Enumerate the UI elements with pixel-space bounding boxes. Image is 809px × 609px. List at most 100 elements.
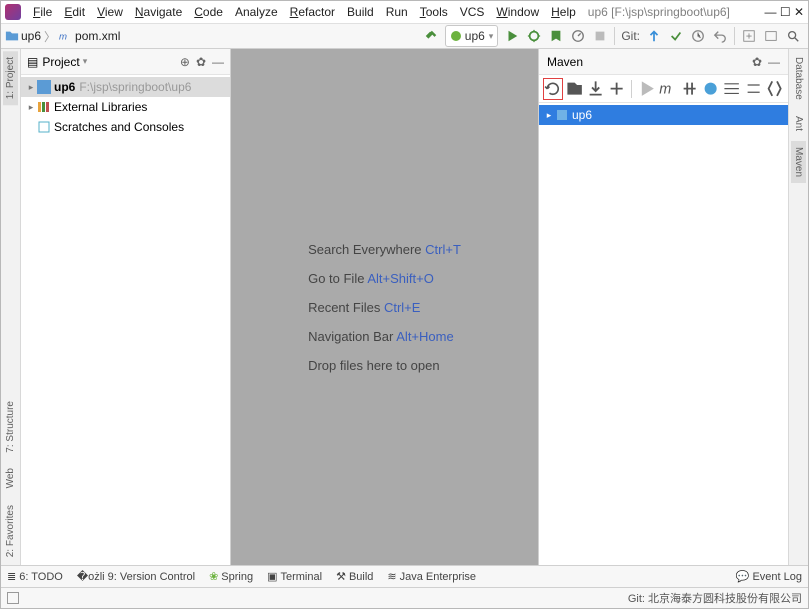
tab-project[interactable]: 1: Project xyxy=(3,51,18,105)
menu-view[interactable]: View xyxy=(91,3,129,21)
maven-settings-icon[interactable] xyxy=(765,78,784,100)
editor-area[interactable]: Search Everywhere Ctrl+T Go to File Alt+… xyxy=(231,49,538,565)
svg-text:m: m xyxy=(660,81,672,97)
git-commit-icon[interactable] xyxy=(665,25,687,47)
spring-leaf-icon xyxy=(450,30,462,42)
tab-database[interactable]: Database xyxy=(791,51,806,106)
gear-icon[interactable]: ✿ xyxy=(752,55,762,69)
profile-button[interactable] xyxy=(567,25,589,47)
tree-scratches[interactable]: Scratches and Consoles xyxy=(21,117,230,137)
ide-settings-icon[interactable] xyxy=(760,25,782,47)
breadcrumb-file[interactable]: pom.xml xyxy=(75,29,120,43)
tab-todo[interactable]: ≣6: TODO xyxy=(7,570,63,583)
toggle-offline-icon[interactable] xyxy=(680,78,699,100)
folder-icon: ▤ xyxy=(27,55,38,69)
menu-run[interactable]: Run xyxy=(380,3,414,21)
stop-button[interactable] xyxy=(589,25,611,47)
tab-structure[interactable]: 7: Structure xyxy=(3,395,18,459)
tab-version-control[interactable]: �ożli9: Version Control xyxy=(77,570,195,583)
maven-header: Maven ✿ — xyxy=(539,49,788,75)
tab-build[interactable]: ⚒Build xyxy=(336,570,373,583)
chevron-down-icon: ▾ xyxy=(489,31,494,42)
menu-bar: File Edit View Navigate Code Analyze Ref… xyxy=(1,1,808,23)
app-icon xyxy=(5,4,21,20)
project-header: ▤ Project ▾ ⊕ ✿ — xyxy=(21,49,230,75)
menu-edit[interactable]: Edit xyxy=(58,3,91,21)
git-revert-icon[interactable] xyxy=(709,25,731,47)
run-maven-icon[interactable] xyxy=(637,78,656,100)
maven-tree[interactable]: ▸ up6 xyxy=(539,103,788,565)
toggle-skip-tests-icon[interactable] xyxy=(701,78,720,100)
tab-maven[interactable]: Maven xyxy=(791,141,806,183)
menu-vcs[interactable]: VCS xyxy=(454,3,491,21)
scratches-icon xyxy=(37,120,51,134)
collapse-all-icon[interactable] xyxy=(744,78,763,100)
refresh-icon[interactable] xyxy=(543,78,563,100)
project-tree[interactable]: ▸ up6 F:\jsp\springboot\up6 ▸ External L… xyxy=(21,75,230,565)
menu-navigate[interactable]: Navigate xyxy=(129,3,188,21)
execute-goal-icon[interactable]: m xyxy=(658,78,677,100)
breadcrumb[interactable]: up6 〉 m pom.xml xyxy=(5,28,120,45)
chevron-right-icon[interactable]: ▸ xyxy=(25,102,37,113)
tree-external-libs[interactable]: ▸ External Libraries xyxy=(21,97,230,117)
download-icon[interactable] xyxy=(586,78,605,100)
add-icon[interactable] xyxy=(607,78,626,100)
tab-ant[interactable]: Ant xyxy=(791,110,806,137)
run-config-selector[interactable]: up6 ▾ xyxy=(445,25,499,47)
tab-favorites[interactable]: 2: Favorites xyxy=(3,499,18,563)
menu-file[interactable]: File xyxy=(27,3,58,21)
left-gutter: 1: Project 7: Structure Web 2: Favorites xyxy=(1,49,21,565)
empty-editor-tips: Search Everywhere Ctrl+T Go to File Alt+… xyxy=(308,228,461,387)
coverage-button[interactable] xyxy=(545,25,567,47)
hide-icon[interactable]: — xyxy=(768,55,780,69)
git-branch-status[interactable]: Git: 北京海泰方圆科技股份有限公司 xyxy=(628,590,802,606)
chevron-right-icon[interactable]: ▸ xyxy=(25,82,37,93)
module-icon xyxy=(37,80,51,94)
maven-toolbar: m xyxy=(539,75,788,103)
project-title[interactable]: Project xyxy=(42,55,79,69)
minimize-button[interactable]: — xyxy=(764,5,776,19)
library-icon xyxy=(37,100,51,114)
tab-spring[interactable]: ❀Spring xyxy=(209,570,253,583)
tab-event-log[interactable]: 💬Event Log xyxy=(736,570,802,583)
run-button[interactable] xyxy=(501,25,523,47)
tab-web[interactable]: Web xyxy=(3,462,18,494)
chevron-down-icon[interactable]: ▾ xyxy=(83,56,88,67)
maven-title: Maven xyxy=(547,55,583,69)
search-everywhere-icon[interactable] xyxy=(782,25,804,47)
tree-root[interactable]: ▸ up6 F:\jsp\springboot\up6 xyxy=(21,77,230,97)
chevron-right-icon[interactable]: ▸ xyxy=(543,110,555,121)
collapse-icon[interactable]: ⊕ xyxy=(180,55,190,69)
maven-root-node[interactable]: ▸ up6 xyxy=(539,105,788,125)
window-controls: — ☐ ✕ xyxy=(764,5,804,19)
menu-window[interactable]: Window xyxy=(490,3,545,21)
menu-refactor[interactable]: Refactor xyxy=(284,3,341,21)
git-history-icon[interactable] xyxy=(687,25,709,47)
maven-tool-window: Maven ✿ — m xyxy=(538,49,788,565)
folder-icon xyxy=(5,29,19,43)
generate-sources-icon[interactable] xyxy=(565,78,584,100)
git-update-icon[interactable] xyxy=(643,25,665,47)
maximize-button[interactable]: ☐ xyxy=(780,5,791,19)
gear-icon[interactable]: ✿ xyxy=(196,55,206,69)
ide-update-icon[interactable] xyxy=(738,25,760,47)
build-hammer-icon[interactable] xyxy=(420,25,442,47)
tab-terminal[interactable]: ▣Terminal xyxy=(267,570,322,583)
close-button[interactable]: ✕ xyxy=(794,5,804,19)
breadcrumb-root[interactable]: up6 xyxy=(21,29,41,43)
bottom-tabs: ≣6: TODO �ożli9: Version Control ❀Spring… xyxy=(1,565,808,587)
menu-analyze[interactable]: Analyze xyxy=(229,3,284,21)
menu-code[interactable]: Code xyxy=(188,3,229,21)
show-deps-icon[interactable] xyxy=(722,78,741,100)
tab-java-ee[interactable]: ≋Java Enterprise xyxy=(387,570,476,583)
chevron-right-icon: 〉 xyxy=(44,28,56,45)
debug-button[interactable] xyxy=(523,25,545,47)
window-title-path: up6 [F:\jsp\springboot\up6] xyxy=(588,5,730,19)
menu-tools[interactable]: Tools xyxy=(414,3,454,21)
svg-text:m: m xyxy=(59,32,67,43)
status-indicator-icon[interactable] xyxy=(7,592,19,604)
hide-icon[interactable]: — xyxy=(212,55,224,69)
git-label: Git: xyxy=(621,29,640,43)
menu-help[interactable]: Help xyxy=(545,3,582,21)
menu-build[interactable]: Build xyxy=(341,3,380,21)
